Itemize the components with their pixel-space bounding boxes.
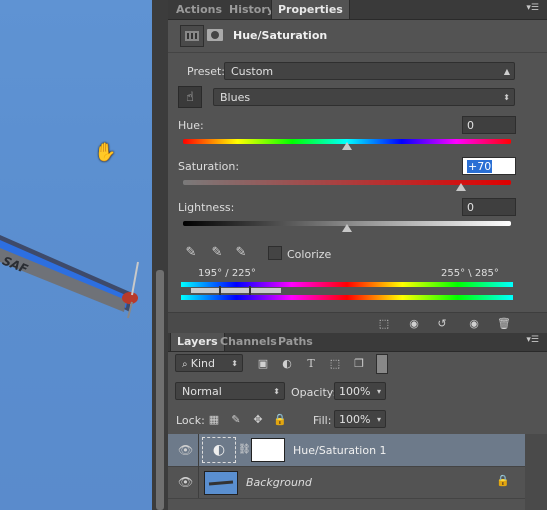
layer-name[interactable]: Hue/Saturation 1 bbox=[293, 444, 387, 457]
layers-panel-menu-icon[interactable]: ▾☰ bbox=[526, 335, 539, 345]
trash-icon[interactable]: 🗑 bbox=[494, 315, 514, 331]
hue-slider-thumb[interactable] bbox=[342, 142, 352, 150]
opacity-value: 100% bbox=[339, 385, 371, 398]
fill-label: Fill: bbox=[313, 414, 332, 427]
colorize-label: Colorize bbox=[287, 248, 332, 261]
eyedropper-subtract-icon[interactable]: ✎ bbox=[232, 243, 250, 261]
layers-scrollbar[interactable] bbox=[525, 434, 547, 510]
layer-row-hue-saturation[interactable]: 👁 ◐ ⛓ Hue/Saturation 1 bbox=[168, 434, 525, 467]
blend-mode-value: Normal bbox=[182, 385, 222, 398]
hue-value-field[interactable]: 0 bbox=[462, 116, 516, 134]
on-image-adjust-hand-icon[interactable]: ☝ bbox=[178, 86, 202, 108]
properties-bottom-bar: ⬚ ◉ ↺ ◉ 🗑 bbox=[168, 312, 547, 333]
color-range-bar-top bbox=[181, 282, 513, 287]
lock-image-brush-icon[interactable]: ✎ bbox=[228, 411, 244, 427]
filter-toggle[interactable] bbox=[376, 354, 388, 374]
dropdown-arrow-icon: ⬍ bbox=[231, 359, 238, 368]
background-thumbnail bbox=[204, 471, 238, 495]
link-chain-icon[interactable]: ⛓ bbox=[238, 444, 251, 455]
adjustment-thumbnail: ◐ bbox=[202, 437, 236, 463]
panel-menu-icon[interactable]: ▾☰ bbox=[526, 3, 539, 13]
hue-label: Hue: bbox=[178, 119, 204, 132]
range-slider[interactable] bbox=[191, 286, 281, 295]
airplane-wing-image bbox=[0, 235, 139, 319]
fill-value: 100% bbox=[339, 413, 371, 426]
lock-all-icon[interactable]: 🔒 bbox=[272, 411, 288, 427]
layer-mask-thumbnail[interactable] bbox=[251, 438, 285, 462]
dropdown-arrow-icon: ▾ bbox=[376, 387, 381, 396]
dropdown-arrow-icon: ⬍ bbox=[273, 387, 280, 396]
lock-position-icon[interactable]: ✥ bbox=[250, 411, 266, 427]
hand-cursor-icon: ✋ bbox=[94, 142, 117, 163]
saturation-slider-thumb[interactable] bbox=[456, 183, 466, 191]
lock-label: Lock: bbox=[176, 414, 205, 427]
tab-paths[interactable]: Paths bbox=[272, 333, 319, 351]
filter-adjustment-icon[interactable]: ◐ bbox=[278, 355, 296, 371]
channel-dropdown[interactable]: Blues ⬍ bbox=[213, 88, 515, 106]
opacity-field[interactable]: 100% ▾ bbox=[334, 382, 386, 400]
preset-dropdown[interactable]: Custom ▲ bbox=[224, 62, 515, 80]
layer-row-background[interactable]: 👁 Background 🔒 bbox=[168, 466, 525, 499]
layer-name[interactable]: Background bbox=[246, 476, 312, 489]
properties-tabbar: Actions History Properties ▾☰ bbox=[168, 0, 547, 20]
eyedropper-icon[interactable]: ✎ bbox=[182, 243, 200, 261]
saturation-value-field[interactable]: +70 bbox=[462, 157, 516, 175]
tab-actions[interactable]: Actions bbox=[170, 0, 228, 19]
adjustment-title: Hue/Saturation bbox=[233, 29, 328, 42]
clip-to-layer-icon[interactable]: ⬚ bbox=[374, 315, 394, 331]
lightness-label: Lightness: bbox=[178, 201, 235, 214]
view-previous-state-icon[interactable]: ◉ bbox=[404, 315, 424, 331]
filter-kind-dropdown[interactable]: ⌕ Kind ⬍ bbox=[175, 354, 243, 372]
filter-pixel-icon[interactable]: ▣ bbox=[254, 355, 272, 371]
filter-kind-value: Kind bbox=[190, 357, 216, 370]
document-canvas[interactable]: SAF ✋ bbox=[0, 0, 152, 510]
filter-smart-object-icon[interactable]: ❐ bbox=[350, 355, 368, 371]
range-right-label: 255° \ 285° bbox=[441, 268, 499, 279]
adjustment-layer-icon[interactable] bbox=[180, 25, 204, 47]
lock-transparent-icon[interactable]: ▦ bbox=[206, 411, 222, 427]
search-icon: ⌕ bbox=[182, 359, 191, 370]
filter-shape-icon[interactable]: ⬚ bbox=[326, 355, 344, 371]
filter-type-icon[interactable]: T bbox=[302, 355, 320, 371]
visibility-eye-icon[interactable]: ◉ bbox=[464, 315, 484, 331]
lock-icon: 🔒 bbox=[496, 474, 510, 487]
channel-value: Blues bbox=[220, 91, 251, 104]
tab-properties[interactable]: Properties bbox=[271, 0, 350, 19]
eye-icon[interactable]: 👁 bbox=[178, 443, 193, 457]
opacity-label: Opacity: bbox=[291, 386, 337, 399]
eye-icon[interactable]: 👁 bbox=[178, 475, 193, 489]
fill-field[interactable]: 100% ▾ bbox=[334, 410, 386, 428]
lightness-value-field[interactable]: 0 bbox=[462, 198, 516, 216]
eyedropper-add-icon[interactable]: ✎ bbox=[208, 243, 226, 261]
range-left-label: 195° / 225° bbox=[198, 268, 256, 279]
lightness-slider-thumb[interactable] bbox=[342, 224, 352, 232]
saturation-value: +70 bbox=[467, 160, 493, 173]
dropdown-arrow-icon: ⬍ bbox=[503, 93, 510, 102]
colorize-checkbox[interactable] bbox=[268, 246, 282, 260]
canvas-scroll-thumb[interactable] bbox=[156, 270, 164, 510]
blend-mode-dropdown[interactable]: Normal ⬍ bbox=[175, 382, 285, 400]
dropdown-arrow-icon: ▾ bbox=[376, 415, 381, 424]
preset-value: Custom bbox=[231, 65, 274, 78]
preset-label: Preset: bbox=[187, 65, 226, 78]
reset-icon[interactable]: ↺ bbox=[432, 315, 452, 331]
properties-panel: Actions History Properties ▾☰ Hue/Satura… bbox=[168, 0, 547, 510]
layers-tabbar: Layers Channels Paths ▾☰ bbox=[168, 333, 547, 352]
range-handle-right[interactable] bbox=[249, 286, 251, 295]
dropdown-arrow-icon: ▲ bbox=[503, 67, 510, 76]
range-handle-left[interactable] bbox=[219, 286, 221, 295]
color-range-bar-bottom bbox=[181, 295, 513, 300]
hue-saturation-icon: ◐ bbox=[212, 442, 226, 458]
mask-icon[interactable] bbox=[205, 25, 225, 45]
saturation-label: Saturation: bbox=[178, 160, 240, 173]
